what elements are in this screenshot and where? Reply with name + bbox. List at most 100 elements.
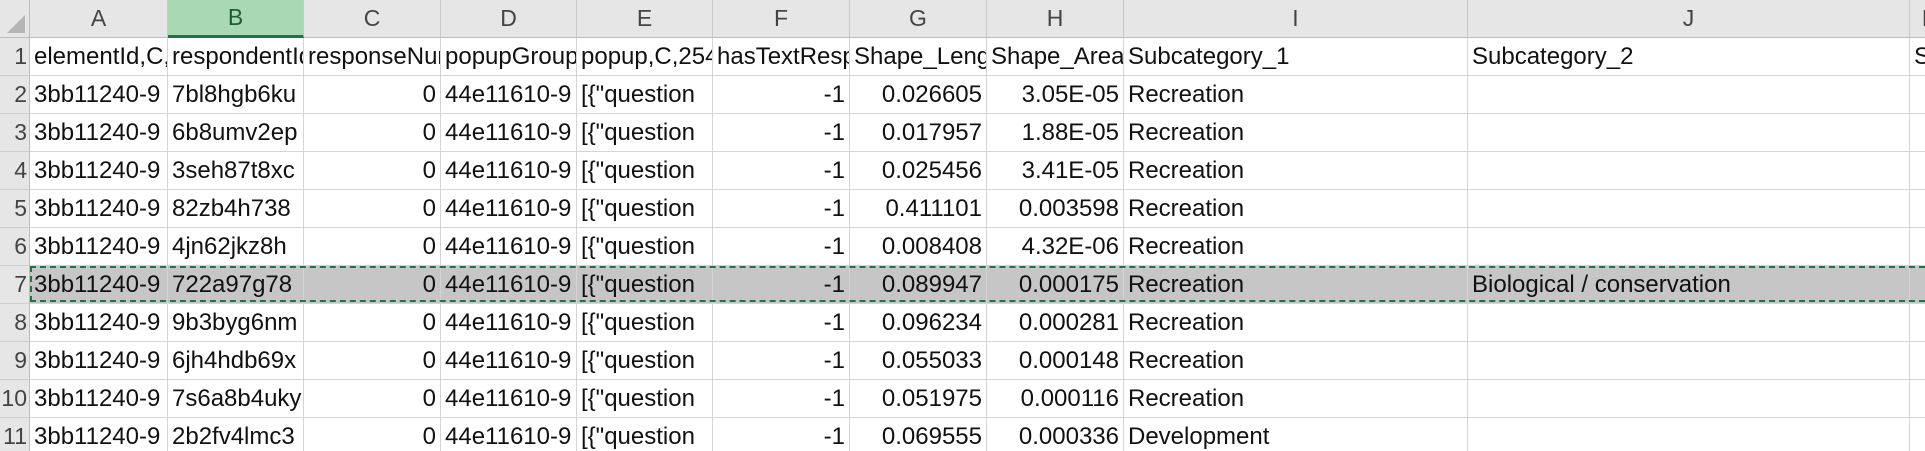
row-header-10[interactable]: 10 [0, 380, 30, 418]
column-header-b[interactable]: B [168, 0, 304, 38]
cell-j11[interactable] [1468, 418, 1910, 451]
cell-d4[interactable]: 44e11610-9 [441, 152, 577, 190]
row-header-9[interactable]: 9 [0, 342, 30, 380]
cell-e2[interactable]: [{"question [577, 76, 713, 114]
cell-g9[interactable]: 0.055033 [850, 342, 987, 380]
cell-f2[interactable]: -1 [713, 76, 850, 114]
select-all-button[interactable] [0, 0, 30, 38]
cell-e4[interactable]: [{"question [577, 152, 713, 190]
cell-c5[interactable]: 0 [304, 190, 441, 228]
cell-i8[interactable]: Recreation [1124, 304, 1468, 342]
column-header-h[interactable]: H [987, 0, 1124, 38]
cell-f11[interactable]: -1 [713, 418, 850, 451]
cell-k6[interactable] [1910, 228, 1925, 266]
cell-g8[interactable]: 0.096234 [850, 304, 987, 342]
cell-h8[interactable]: 0.000281 [987, 304, 1124, 342]
cell-g1[interactable]: Shape_Length [850, 38, 987, 76]
cell-j1[interactable]: Subcategory_2 [1468, 38, 1910, 76]
row-header-3[interactable]: 3 [0, 114, 30, 152]
row-header-8[interactable]: 8 [0, 304, 30, 342]
cell-g11[interactable]: 0.069555 [850, 418, 987, 451]
cell-h10[interactable]: 0.000116 [987, 380, 1124, 418]
cell-i9[interactable]: Recreation [1124, 342, 1468, 380]
row-header-11[interactable]: 11 [0, 418, 30, 451]
cell-j10[interactable] [1468, 380, 1910, 418]
cell-b3[interactable]: 6b8umv2ep [168, 114, 304, 152]
cell-b7[interactable]: 722a97g78 [168, 266, 304, 304]
column-header-f[interactable]: F [713, 0, 850, 38]
cell-h7[interactable]: 0.000175 [987, 266, 1124, 304]
cell-g7[interactable]: 0.089947 [850, 266, 987, 304]
cell-a7[interactable]: 3bb11240-9 [30, 266, 168, 304]
cell-d1[interactable]: popupGroup [441, 38, 577, 76]
cell-h11[interactable]: 0.000336 [987, 418, 1124, 451]
cell-b6[interactable]: 4jn62jkz8h [168, 228, 304, 266]
cell-a6[interactable]: 3bb11240-9 [30, 228, 168, 266]
cell-f8[interactable]: -1 [713, 304, 850, 342]
cell-k10[interactable] [1910, 380, 1925, 418]
row-header-7[interactable]: 7 [0, 266, 30, 304]
cell-e6[interactable]: [{"question [577, 228, 713, 266]
cell-g10[interactable]: 0.051975 [850, 380, 987, 418]
row-header-4[interactable]: 4 [0, 152, 30, 190]
cell-j6[interactable] [1468, 228, 1910, 266]
cell-e3[interactable]: [{"question [577, 114, 713, 152]
cell-b1[interactable]: respondentId [168, 38, 304, 76]
cell-g5[interactable]: 0.411101 [850, 190, 987, 228]
cell-b10[interactable]: 7s6a8b4uky [168, 380, 304, 418]
cell-f6[interactable]: -1 [713, 228, 850, 266]
cell-i10[interactable]: Recreation [1124, 380, 1468, 418]
cell-c3[interactable]: 0 [304, 114, 441, 152]
cell-b4[interactable]: 3seh87t8xc [168, 152, 304, 190]
cell-c8[interactable]: 0 [304, 304, 441, 342]
column-header-k[interactable]: K [1910, 0, 1925, 38]
cell-c4[interactable]: 0 [304, 152, 441, 190]
cell-g6[interactable]: 0.008408 [850, 228, 987, 266]
cell-j7[interactable]: Biological / conservation [1468, 266, 1910, 304]
column-header-j[interactable]: J [1468, 0, 1910, 38]
row-header-2[interactable]: 2 [0, 76, 30, 114]
cell-h5[interactable]: 0.003598 [987, 190, 1124, 228]
cell-d8[interactable]: 44e11610-9 [441, 304, 577, 342]
cell-c10[interactable]: 0 [304, 380, 441, 418]
cell-j5[interactable] [1468, 190, 1910, 228]
cell-j2[interactable] [1468, 76, 1910, 114]
cell-d2[interactable]: 44e11610-9 [441, 76, 577, 114]
cell-h6[interactable]: 4.32E-06 [987, 228, 1124, 266]
cell-a3[interactable]: 3bb11240-9 [30, 114, 168, 152]
cell-a8[interactable]: 3bb11240-9 [30, 304, 168, 342]
cell-i7[interactable]: Recreation [1124, 266, 1468, 304]
cell-c1[interactable]: responseNum [304, 38, 441, 76]
cell-h3[interactable]: 1.88E-05 [987, 114, 1124, 152]
cell-k4[interactable] [1910, 152, 1925, 190]
cell-i4[interactable]: Recreation [1124, 152, 1468, 190]
cell-i2[interactable]: Recreation [1124, 76, 1468, 114]
cell-g2[interactable]: 0.026605 [850, 76, 987, 114]
cell-a2[interactable]: 3bb11240-9 [30, 76, 168, 114]
cell-c7[interactable]: 0 [304, 266, 441, 304]
cell-a9[interactable]: 3bb11240-9 [30, 342, 168, 380]
cell-i11[interactable]: Development [1124, 418, 1468, 451]
cell-i6[interactable]: Recreation [1124, 228, 1468, 266]
cell-e8[interactable]: [{"question [577, 304, 713, 342]
cell-e7[interactable]: [{"question [577, 266, 713, 304]
cell-c9[interactable]: 0 [304, 342, 441, 380]
cell-d10[interactable]: 44e11610-9 [441, 380, 577, 418]
row-header-1[interactable]: 1 [0, 38, 30, 76]
row-header-6[interactable]: 6 [0, 228, 30, 266]
cell-a10[interactable]: 3bb11240-9 [30, 380, 168, 418]
cell-k11[interactable] [1910, 418, 1925, 451]
column-header-a[interactable]: A [30, 0, 168, 38]
cell-f10[interactable]: -1 [713, 380, 850, 418]
cell-c11[interactable]: 0 [304, 418, 441, 451]
cell-i3[interactable]: Recreation [1124, 114, 1468, 152]
cell-b9[interactable]: 6jh4hdb69x [168, 342, 304, 380]
cell-j3[interactable] [1468, 114, 1910, 152]
cell-f9[interactable]: -1 [713, 342, 850, 380]
cell-f1[interactable]: hasTextResp [713, 38, 850, 76]
column-header-g[interactable]: G [850, 0, 987, 38]
cell-a5[interactable]: 3bb11240-9 [30, 190, 168, 228]
cell-k2[interactable] [1910, 76, 1925, 114]
cell-j8[interactable] [1468, 304, 1910, 342]
cell-b5[interactable]: 82zb4h738 [168, 190, 304, 228]
